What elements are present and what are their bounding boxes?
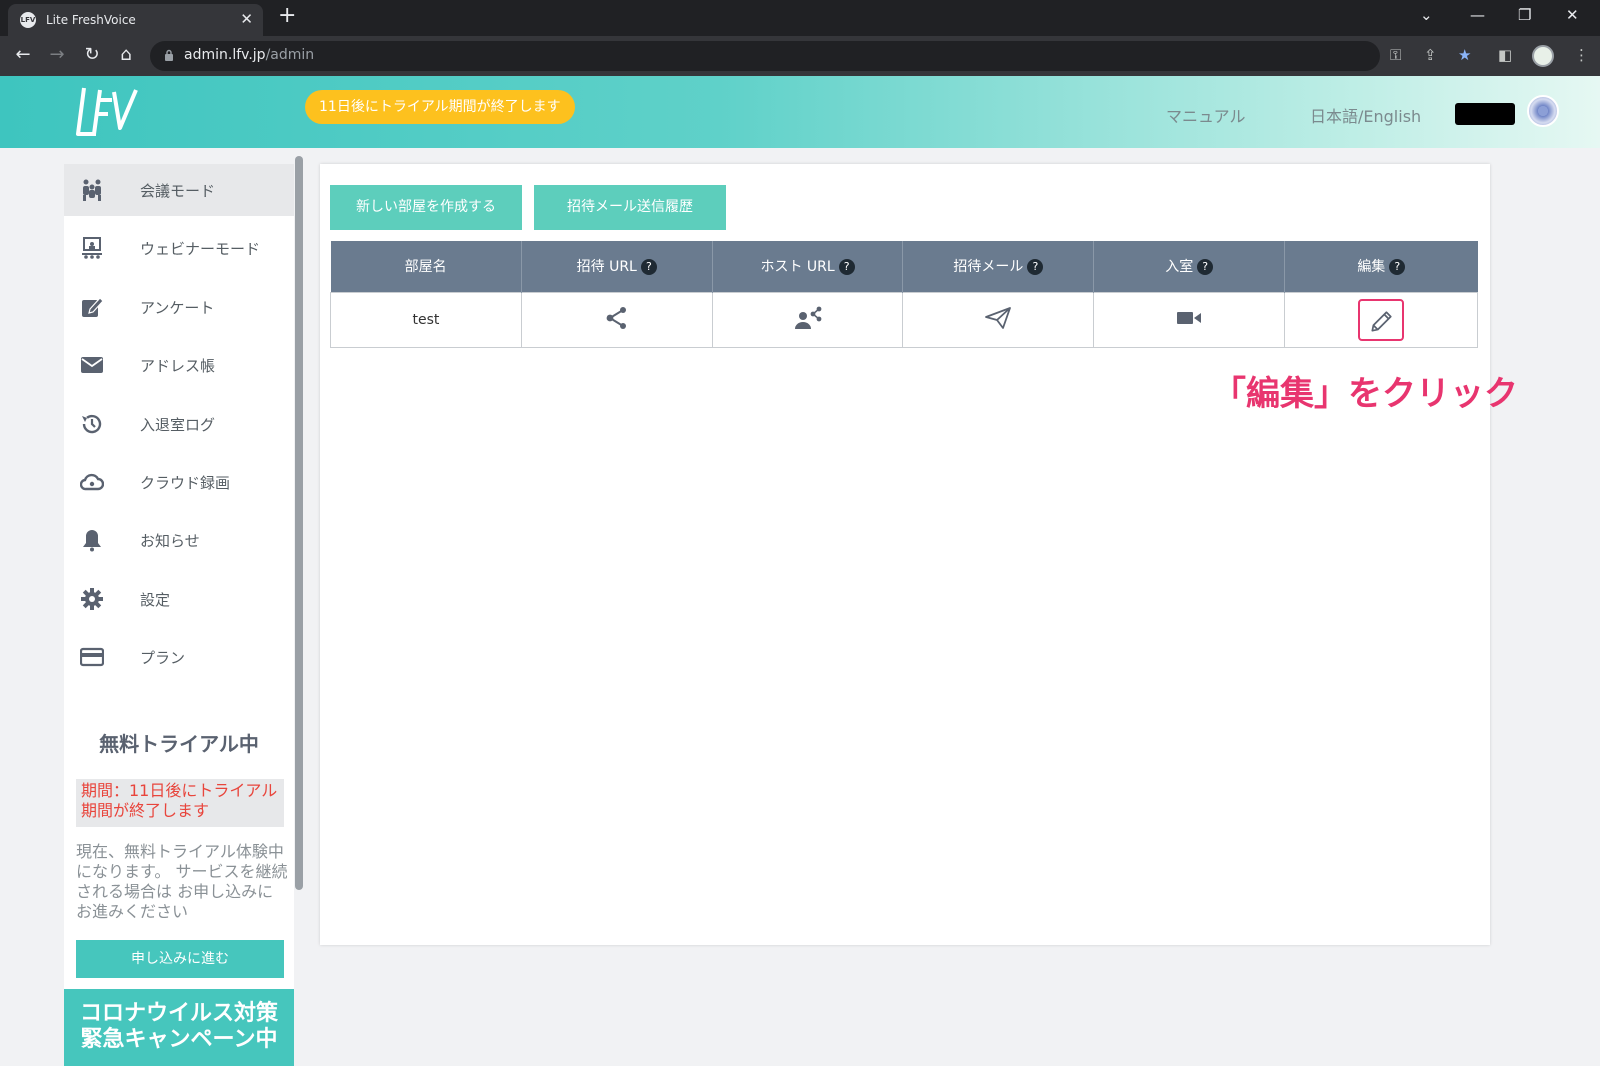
help-icon[interactable]: ? bbox=[640, 259, 657, 276]
rooms-table: 部屋名 招待 URL? ホスト URL? 招待メール? 入室? 編集? test bbox=[330, 241, 1478, 348]
menu-kebab-icon[interactable]: ⋮ bbox=[1574, 46, 1589, 64]
tab-search-icon[interactable]: ⌄ bbox=[1420, 6, 1433, 24]
manual-link[interactable]: マニュアル bbox=[1166, 103, 1246, 127]
campaign-line-2: 緊急キャンペーン中 bbox=[80, 1027, 278, 1052]
help-icon[interactable]: ? bbox=[838, 259, 855, 276]
column-host-url: ホスト URL? bbox=[712, 241, 904, 292]
new-tab-icon[interactable]: + bbox=[278, 3, 296, 28]
sidebar-item-label: プラン bbox=[140, 649, 186, 667]
column-invite-mail: 招待メール? bbox=[902, 241, 1095, 292]
table-row: test bbox=[330, 291, 1478, 348]
help-icon[interactable]: ? bbox=[1197, 259, 1214, 276]
annotation-click-edit: 「編集」をクリック bbox=[1212, 374, 1518, 414]
people-icon bbox=[83, 179, 101, 201]
column-invite-url: 招待 URL? bbox=[521, 241, 713, 292]
history-icon bbox=[82, 414, 102, 434]
sidebar-item-cloud-recording[interactable]: クラウド録画 bbox=[64, 456, 294, 508]
bell-icon bbox=[83, 530, 101, 552]
trial-description: 現在、無料トライアル体験中 になります。 サービスを継続される場合は お申し込み… bbox=[76, 842, 288, 921]
paper-plane-icon[interactable] bbox=[984, 306, 1012, 330]
user-name-redacted[interactable] bbox=[1455, 103, 1515, 125]
sidebar-item-address-book[interactable]: アドレス帳 bbox=[64, 339, 294, 391]
invite-url-cell bbox=[520, 291, 713, 348]
address-bar[interactable]: admin.lfv.jp/admin bbox=[150, 41, 1380, 71]
lfv-logo-icon[interactable] bbox=[74, 82, 140, 142]
sidebar-item-label: クラウド録画 bbox=[140, 474, 231, 492]
campaign-line-1: コロナウイルス対策 bbox=[79, 1001, 278, 1026]
share-nodes-icon[interactable] bbox=[605, 306, 629, 330]
window-close-icon[interactable]: ✕ bbox=[1566, 6, 1579, 24]
gear-icon bbox=[81, 588, 103, 610]
sidebar-item-plan[interactable]: プラン bbox=[64, 631, 294, 683]
main-panel: 新しい部屋を作成する 招待メール送信履歴 部屋名 招待 URL? ホスト URL… bbox=[320, 164, 1490, 945]
user-share-icon[interactable] bbox=[794, 306, 822, 330]
host-url-cell bbox=[711, 291, 904, 348]
browser-tab[interactable]: LFV Lite FreshVoice ✕ bbox=[8, 4, 263, 36]
side-panel-icon[interactable]: ◧ bbox=[1498, 46, 1512, 64]
browser-toolbar: ← → ↻ ⌂ admin.lfv.jp/admin ⚿ ⇪ ★ ◧ ⋮ bbox=[0, 36, 1600, 76]
language-switch-link[interactable]: 日本語/English bbox=[1310, 103, 1421, 127]
bookmark-star-icon[interactable]: ★ bbox=[1458, 46, 1471, 64]
pencil-icon bbox=[1371, 310, 1392, 332]
sidebar-item-label: 設定 bbox=[140, 591, 171, 609]
browser-profile-avatar[interactable] bbox=[1532, 45, 1554, 67]
credit-card-icon bbox=[80, 647, 104, 667]
restore-icon[interactable]: ❐ bbox=[1518, 6, 1531, 24]
browser-tab-bar: LFV Lite FreshVoice ✕ + ⌄ — ❐ ✕ bbox=[0, 0, 1600, 36]
sidebar-item-label: アドレス帳 bbox=[140, 357, 216, 375]
invite-mail-cell bbox=[902, 291, 1095, 348]
edit-cell bbox=[1284, 291, 1478, 348]
app-header: 11日後にトライアル期間が終了します マニュアル 日本語/English bbox=[0, 76, 1600, 148]
url-text: admin.lfv.jp/admin bbox=[184, 47, 315, 63]
cloud-icon bbox=[80, 473, 104, 491]
campaign-banner[interactable]: コロナウイルス対策 緊急キャンペーン中 bbox=[64, 989, 294, 1066]
sidebar-item-notifications[interactable]: お知らせ bbox=[64, 514, 294, 566]
sidebar: 会議モード ウェビナーモード アンケート アドレス帳 入退室ログ クラウド録画 … bbox=[64, 164, 294, 1066]
forward-icon[interactable]: → bbox=[45, 44, 69, 65]
home-icon[interactable]: ⌂ bbox=[114, 44, 138, 65]
column-enter: 入室? bbox=[1093, 241, 1286, 292]
trial-period-alert: 期間：11日後にトライアル期間が終了します bbox=[76, 779, 284, 827]
user-avatar[interactable] bbox=[1527, 95, 1559, 127]
envelope-icon bbox=[81, 357, 103, 373]
minimize-icon[interactable]: — bbox=[1470, 6, 1485, 24]
tab-title: Lite FreshVoice bbox=[46, 13, 136, 27]
sidebar-item-settings[interactable]: 設定 bbox=[64, 573, 294, 625]
sidebar-item-label: ウェビナーモード bbox=[140, 240, 261, 258]
table-header-row: 部屋名 招待 URL? ホスト URL? 招待メール? 入室? 編集? bbox=[330, 241, 1478, 292]
trial-banner: 11日後にトライアル期間が終了します bbox=[305, 90, 575, 124]
video-camera-icon[interactable] bbox=[1175, 308, 1203, 328]
sidebar-item-survey[interactable]: アンケート bbox=[64, 281, 294, 333]
sidebar-item-label: アンケート bbox=[140, 299, 215, 317]
help-icon[interactable]: ? bbox=[1027, 259, 1044, 276]
create-room-button[interactable]: 新しい部屋を作成する bbox=[330, 185, 522, 230]
presentation-icon bbox=[82, 237, 102, 259]
enter-room-cell bbox=[1093, 291, 1286, 348]
edit-square-icon bbox=[82, 297, 104, 317]
key-icon[interactable]: ⚿ bbox=[1390, 46, 1401, 64]
sidebar-scrollbar[interactable] bbox=[295, 156, 303, 890]
sidebar-item-entry-log[interactable]: 入退室ログ bbox=[64, 398, 294, 450]
edit-button[interactable] bbox=[1358, 298, 1405, 341]
sidebar-item-meeting-mode[interactable]: 会議モード bbox=[64, 164, 294, 216]
help-icon[interactable]: ? bbox=[1389, 259, 1406, 276]
room-name-cell: test bbox=[330, 291, 522, 348]
share-icon[interactable]: ⇪ bbox=[1424, 46, 1437, 64]
reload-icon[interactable]: ↻ bbox=[80, 44, 104, 65]
sidebar-item-label: 入退室ログ bbox=[140, 416, 216, 434]
sidebar-item-label: 会議モード bbox=[140, 182, 216, 200]
column-room-name: 部屋名 bbox=[330, 241, 522, 292]
lock-icon bbox=[165, 49, 173, 61]
apply-button[interactable]: 申し込みに進む bbox=[76, 940, 284, 978]
invite-history-button[interactable]: 招待メール送信履歴 bbox=[534, 185, 726, 230]
sidebar-item-label: お知らせ bbox=[140, 532, 200, 550]
trial-title: 無料トライアル中 bbox=[99, 732, 259, 756]
back-icon[interactable]: ← bbox=[11, 44, 35, 65]
favicon-icon: LFV bbox=[20, 12, 36, 28]
close-tab-icon[interactable]: ✕ bbox=[240, 10, 253, 28]
sidebar-item-webinar-mode[interactable]: ウェビナーモード bbox=[64, 222, 294, 274]
column-edit: 編集? bbox=[1284, 241, 1478, 292]
